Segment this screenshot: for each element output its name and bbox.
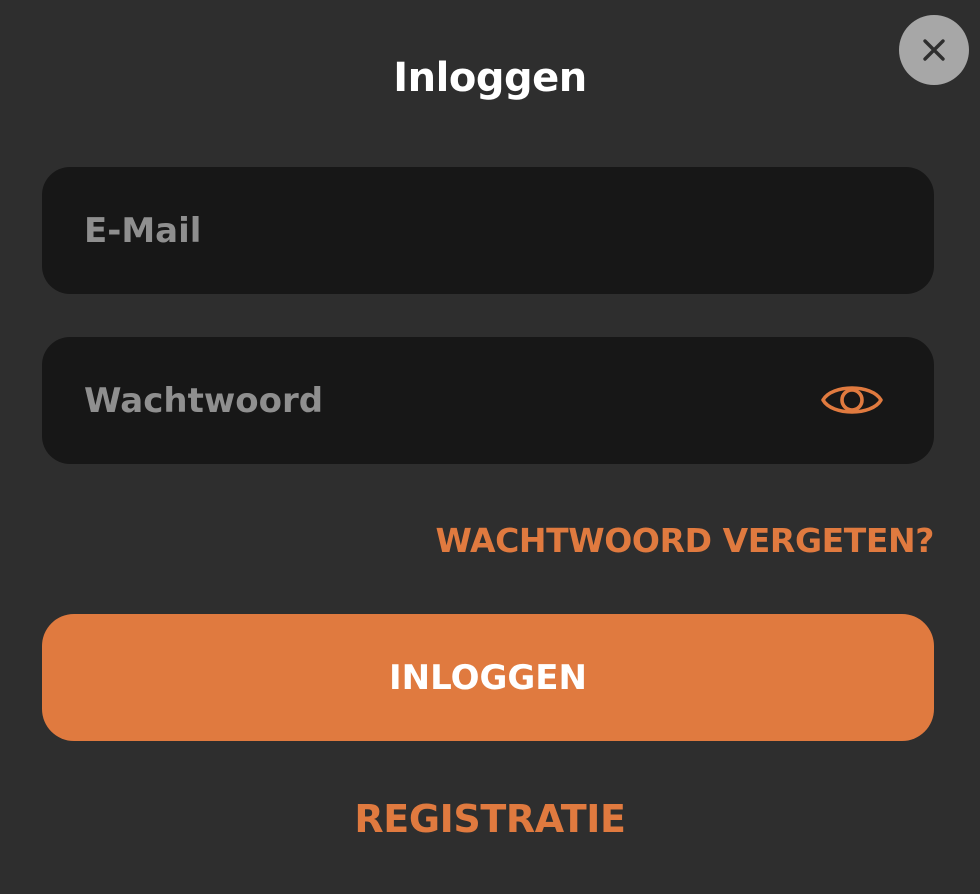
- eye-icon: [820, 376, 884, 424]
- dialog-title: Inloggen: [393, 55, 587, 101]
- email-field[interactable]: [42, 167, 934, 294]
- forgot-password-link[interactable]: WACHTWOORD VERGETEN?: [435, 517, 934, 565]
- login-button[interactable]: INLOGGEN: [42, 614, 934, 741]
- email-field-container: [42, 167, 934, 294]
- password-field-container: [42, 337, 934, 464]
- register-link[interactable]: REGISTRATIE: [0, 792, 980, 846]
- show-password-toggle[interactable]: [812, 367, 892, 433]
- login-dialog: Inloggen WACHTWOORD VERGETEN? INLOGGEN R…: [0, 0, 980, 894]
- password-field[interactable]: [42, 337, 934, 464]
